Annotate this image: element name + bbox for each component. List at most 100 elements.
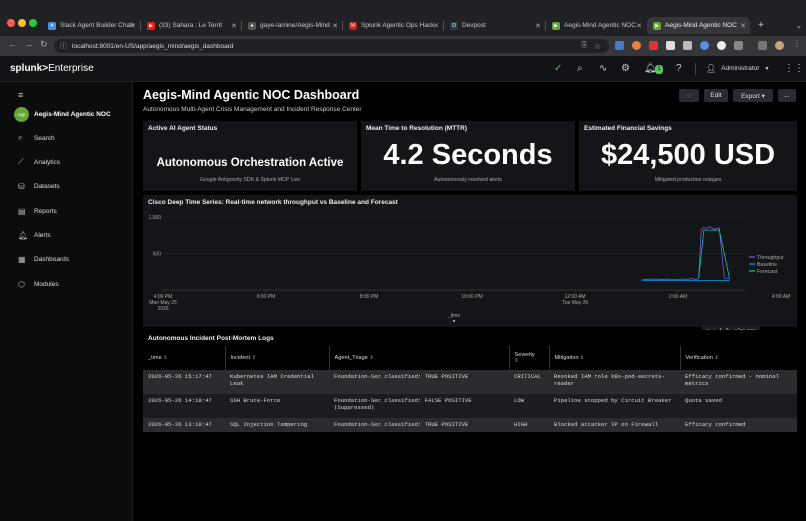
x-tick-label: 4:00 AM [772, 294, 790, 300]
sidebar-item-reports[interactable]: ▤ Reports [18, 204, 57, 218]
tab-favicon-icon: ▶ [552, 21, 560, 30]
close-tab-icon[interactable]: ✕ [332, 22, 338, 30]
reload-icon[interactable]: ↻ [40, 39, 48, 50]
legend-label: Forecast [757, 269, 778, 275]
tab-search-icon[interactable]: ⌄ [790, 17, 802, 34]
forward-arrow-icon[interactable]: → [24, 39, 33, 49]
tab-label: Aegis-Mind Agentic NOC [564, 22, 636, 29]
search-icon[interactable]: ⌕ [577, 63, 583, 74]
extension-icon[interactable] [700, 41, 709, 50]
table-row[interactable]: 2026-05-26 14:18:47 SSH Brute-Force Foun… [143, 394, 797, 418]
browser-tab[interactable]: D Devpost ✕ [444, 17, 546, 34]
close-tab-icon[interactable]: ✕ [231, 22, 237, 30]
column-header-verification[interactable]: Verification ⇕ [680, 346, 797, 370]
timeseries-chart: 1,0005004:00 PMMon May 2520266:00 PM 8:00… [148, 215, 790, 322]
postmortem-table: _time ⇕ Incident ⇕ Agent_Triage ⇕ Severi… [143, 346, 797, 432]
user-menu[interactable]: 👤︎ Administrator ▼ [706, 64, 769, 73]
cell-time: 2026-05-26 13:18:47 [143, 418, 225, 432]
close-tab-icon[interactable]: ✕ [740, 22, 746, 30]
close-tab-icon[interactable]: ✕ [535, 22, 541, 30]
browser-toolbar: ← → ↻ ⓘ localhost:8001/en-US/app/aegis_m… [0, 36, 806, 56]
extension-icon[interactable] [649, 41, 658, 50]
sidebar-item-analytics[interactable]: ⟋ Analytics [18, 155, 60, 169]
browser-tab[interactable]: ▶ Aegis-Mind Agentic NOC ✕ [546, 17, 646, 34]
cell-mitigation: Blocked attacker IP on Firewall [549, 418, 680, 432]
address-bar[interactable]: ⓘ localhost:8001/en-US/app/aegis_mind/ae… [54, 39, 609, 53]
more-actions-button[interactable]: ... [778, 89, 796, 102]
savings-caption: Mitigated production outages [654, 177, 722, 183]
site-info-icon[interactable]: ⓘ [60, 41, 67, 51]
panel-title: Mean Time to Resolution (MTTR) [366, 125, 467, 132]
view-mode-button[interactable]: ☼ [679, 89, 699, 102]
sidebar-item-dashboards[interactable]: ▦ Dashboards [18, 252, 69, 266]
minimize-window-button[interactable] [18, 19, 26, 27]
close-window-button[interactable] [7, 19, 15, 27]
sidebar-item-alerts[interactable]: 🔔︎ Alerts [18, 228, 51, 242]
extension-icon[interactable] [666, 41, 675, 50]
mttr-caption: Autonomously resolved alerts [433, 177, 503, 183]
sidebar-item-datasets[interactable]: ⛁ Datasets [18, 179, 60, 193]
column-header-time[interactable]: _time ⇕ [143, 346, 226, 370]
table-row[interactable]: 2026-05-26 15:17:47 Kubernetes IAM Crede… [143, 370, 797, 394]
tab-label: Aegis-Mind Agentic NOC [665, 22, 737, 29]
app-sidebar: ≡ App Aegis-Mind Agentic NOC ⌕ Search ⟋ An… [0, 82, 133, 521]
legend-label: Throughput [757, 255, 784, 261]
close-tab-icon[interactable]: ✕ [433, 22, 439, 30]
column-header-incident[interactable]: Incident ⇕ [225, 346, 330, 370]
help-icon[interactable]: ? [676, 63, 682, 74]
cell-incident: SSH Brute-Force [225, 394, 329, 418]
column-header-severity[interactable]: Severity ⇕ [509, 346, 550, 370]
extension-icon[interactable] [615, 41, 624, 50]
browser-tab[interactable]: ▶ (33) Sahara : Le Territ ✕ [141, 17, 242, 34]
x-tick-label: 10:00 PM [461, 294, 482, 300]
close-tab-icon[interactable]: ✕ [130, 22, 136, 30]
activity-icon[interactable]: ∿ [599, 63, 607, 74]
panel-title: Autonomous Incident Post-Mortem Logs [148, 335, 274, 342]
column-header-mitigation[interactable]: Mitigation ⇕ [549, 346, 681, 370]
settings-gear-icon[interactable]: ⚙ [621, 63, 630, 74]
menu-hamburger-icon[interactable]: ≡ [18, 90, 23, 100]
dashboard-main: Aegis-Mind Agentic NOC Dashboard Autonom… [133, 82, 806, 521]
translate-icon[interactable]: ⎘ [581, 42, 587, 50]
maximize-window-button[interactable] [29, 19, 37, 27]
cell-incident: Kubernetes IAM Credential Leak [225, 370, 329, 394]
table-row[interactable]: 2026-05-26 13:18:47 SQL Injection Tamper… [143, 418, 797, 432]
mttr-value: 4.2 Seconds [383, 139, 553, 171]
browser-tab-active[interactable]: ▶ Aegis-Mind Agentic NOC ✕ [647, 17, 750, 34]
cell-verification: Quota saved [680, 394, 797, 418]
apps-grid-icon[interactable]: ⋮⋮ [784, 63, 804, 74]
splunk-logo[interactable]: splunk>Enterprise [10, 63, 94, 74]
health-check-icon[interactable]: ✓ [554, 63, 562, 74]
tab-label: Slack Agent Builder Chall [60, 22, 133, 29]
extension-icon[interactable] [717, 41, 726, 50]
profile-avatar[interactable] [775, 41, 784, 50]
extensions-puzzle-icon[interactable] [734, 41, 743, 50]
export-button[interactable]: Export ▾ [733, 89, 773, 102]
app-header[interactable]: App Aegis-Mind Agentic NOC [14, 107, 111, 122]
new-tab-button[interactable]: + [752, 17, 766, 34]
x-tick-label: 2:00 AM [669, 294, 687, 300]
back-arrow-icon[interactable]: ← [8, 39, 17, 49]
sidebar-toggle-icon[interactable] [758, 41, 767, 50]
browser-tab[interactable]: ● gaye-lamine/Aegis-Mind ✕ [242, 17, 343, 34]
chevron-down-icon: ▼ [764, 65, 770, 72]
sidebar-item-label: Analytics [34, 158, 61, 166]
extension-icon[interactable] [632, 41, 641, 50]
close-tab-icon[interactable]: ✕ [636, 22, 642, 30]
sidebar-item-search[interactable]: ⌕ Search [18, 131, 55, 145]
bookmark-star-icon[interactable]: ☆ [594, 42, 601, 51]
y-tick-label: 500 [153, 252, 162, 258]
url-text: localhost:8001/en-US/app/aegis_mind/aegi… [72, 42, 234, 50]
extension-icon[interactable] [683, 41, 692, 50]
x-tick-sublabel: 2026 [157, 306, 168, 312]
sidebar-item-modules[interactable]: ⬡ Modules [18, 277, 59, 291]
edit-button[interactable]: Edit [704, 89, 728, 102]
datasets-icon: ⛁ [18, 181, 25, 191]
browser-tab[interactable]: ✦ Slack Agent Builder Chall ✕ [42, 17, 141, 34]
browser-menu-icon[interactable]: ⋮ [793, 39, 801, 48]
browser-tab[interactable]: M Splunk Agentic Ops Hack ✕ [343, 17, 444, 34]
cell-time: 2026-05-26 14:18:47 [143, 394, 225, 418]
sidebar-item-label: Datasets [34, 182, 60, 190]
browser-tab-strip: ✦ Slack Agent Builder Chall ✕ ▶ (33) Sah… [0, 0, 806, 36]
column-header-agent-triage[interactable]: Agent_Triage ⇕ [329, 346, 510, 370]
